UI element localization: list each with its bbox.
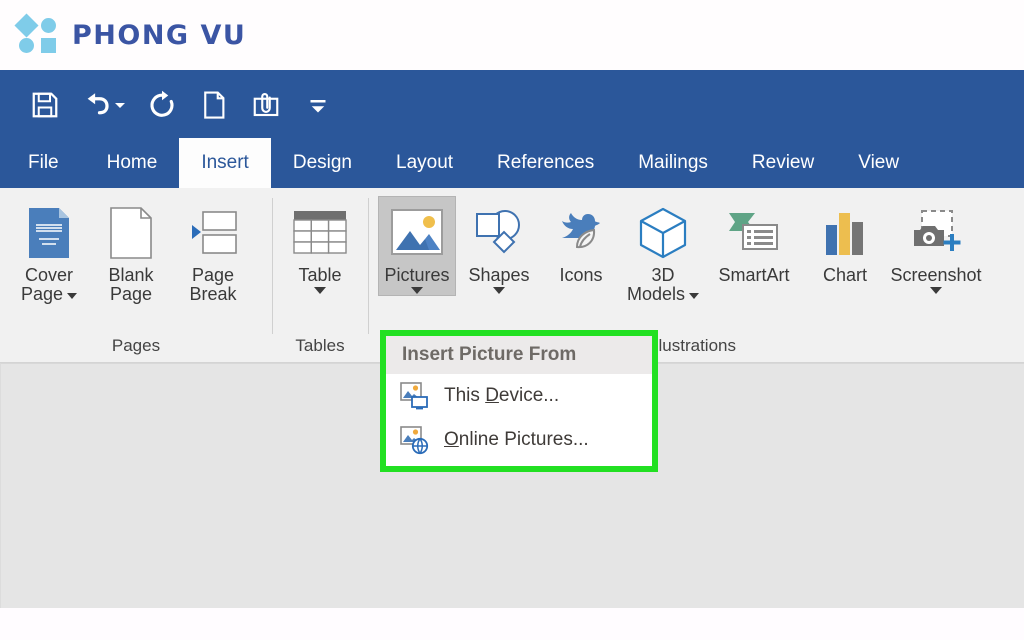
paperclip-envelope-icon [253, 92, 279, 117]
qat-undo-button[interactable] [82, 90, 125, 120]
menu-item-online-pictures-label: Online Pictures... [444, 429, 589, 450]
ribbon-tabs: File Home Insert Design Layout Reference… [0, 138, 1024, 188]
screenshot-button[interactable]: Screenshot [888, 196, 984, 296]
shapes-button[interactable]: Shapes [460, 196, 538, 296]
chart-label: Chart [822, 265, 867, 285]
pictures-dropdown-caret[interactable] [411, 287, 423, 295]
page-break-icon [184, 205, 242, 261]
qat-redo-button[interactable] [147, 90, 177, 120]
undo-arrow-icon [87, 93, 109, 115]
icons-bird-leaf-icon [552, 205, 610, 261]
tab-file[interactable]: File [0, 138, 85, 188]
word-application-window: PHONG VU File Home Insert Design Layout … [0, 0, 1024, 640]
quick-access-toolbar [30, 82, 333, 128]
picture-online-globe-icon [400, 425, 430, 455]
menu-item-online-pictures[interactable]: Online Pictures... [386, 418, 652, 462]
tab-view[interactable]: View [836, 138, 921, 188]
ribbon-group-tables: Table Tables [272, 188, 368, 362]
chart-button[interactable]: Chart [806, 196, 884, 296]
table-label: Table [298, 265, 342, 285]
screenshot-dropdown-caret[interactable] [930, 287, 942, 295]
table-button[interactable]: Table [282, 196, 358, 296]
page-break-button[interactable]: Page Break [174, 196, 252, 306]
3d-models-button[interactable]: 3D Models [624, 196, 702, 306]
pictures-icon [388, 205, 446, 261]
tab-layout[interactable]: Layout [374, 138, 475, 188]
shapes-dropdown-caret[interactable] [493, 287, 505, 295]
customize-chevron-icon [310, 100, 326, 113]
icons-label: Icons [559, 265, 603, 285]
pictures-button[interactable]: Pictures [378, 196, 456, 296]
tab-references[interactable]: References [475, 138, 616, 188]
tab-home[interactable]: Home [85, 138, 180, 188]
screenshot-label: Screenshot [890, 265, 982, 285]
cover-page-dropdown-caret[interactable] [67, 292, 78, 299]
smartart-button[interactable]: SmartArt [706, 196, 802, 296]
3d-models-label: 3D Models [627, 265, 700, 305]
ribbon-group-pages: Cover Page Blank Page Page Break Pages [0, 188, 272, 362]
dropdown-header: Insert Picture From [386, 336, 652, 374]
blank-page-icon [102, 205, 160, 261]
3d-models-dropdown-caret[interactable] [689, 292, 700, 299]
qat-undo-dropdown-caret[interactable] [115, 102, 125, 108]
brand-header: PHONG VU [0, 0, 1024, 70]
floppy-disk-icon [32, 92, 58, 118]
page-break-label: Page Break [189, 265, 237, 305]
cover-page-button[interactable]: Cover Page [10, 196, 88, 306]
menu-item-this-device[interactable]: This Device... [386, 374, 652, 418]
3d-models-cube-icon [634, 205, 692, 261]
group-label-pages: Pages [111, 336, 161, 355]
screenshot-camera-icon [907, 205, 965, 261]
tab-design[interactable]: Design [271, 138, 374, 188]
qat-new-document-button[interactable] [199, 90, 229, 120]
menu-item-this-device-label: This Device... [444, 385, 560, 406]
blank-page-label: Blank Page [108, 265, 154, 305]
smartart-icon [725, 205, 783, 261]
smartart-label: SmartArt [718, 265, 790, 285]
tab-mailings[interactable]: Mailings [616, 138, 730, 188]
brand-logo: PHONG VU [14, 13, 247, 54]
table-icon [291, 205, 349, 261]
table-dropdown-caret[interactable] [314, 287, 326, 295]
qat-customize-toolbar-button[interactable] [303, 90, 333, 120]
pictures-label: Pictures [384, 265, 450, 285]
redo-arrow-icon [150, 90, 174, 117]
cover-page-label: Cover Page [21, 265, 78, 305]
blank-page-button[interactable]: Blank Page [92, 196, 170, 306]
picture-device-icon [400, 381, 430, 411]
cover-page-icon [20, 205, 78, 261]
page-background-below [0, 608, 1024, 640]
chart-icon [816, 205, 874, 261]
phong-vu-logo-shapes-icon [14, 13, 58, 54]
new-document-icon [204, 91, 225, 119]
ribbon-header: File Home Insert Design Layout Reference… [0, 70, 1024, 188]
brand-name: PHONG VU [72, 19, 247, 51]
tab-insert[interactable]: Insert [179, 138, 271, 188]
tab-review[interactable]: Review [730, 138, 836, 188]
qat-save-button[interactable] [30, 90, 60, 120]
icons-button[interactable]: Icons [542, 196, 620, 296]
shapes-label: Shapes [468, 265, 530, 285]
qat-email-attachment-button[interactable] [251, 90, 281, 120]
group-label-tables: Tables [295, 336, 345, 355]
shapes-icon [470, 205, 528, 261]
insert-picture-dropdown-menu: Insert Picture From This Device... Onlin… [380, 330, 658, 472]
